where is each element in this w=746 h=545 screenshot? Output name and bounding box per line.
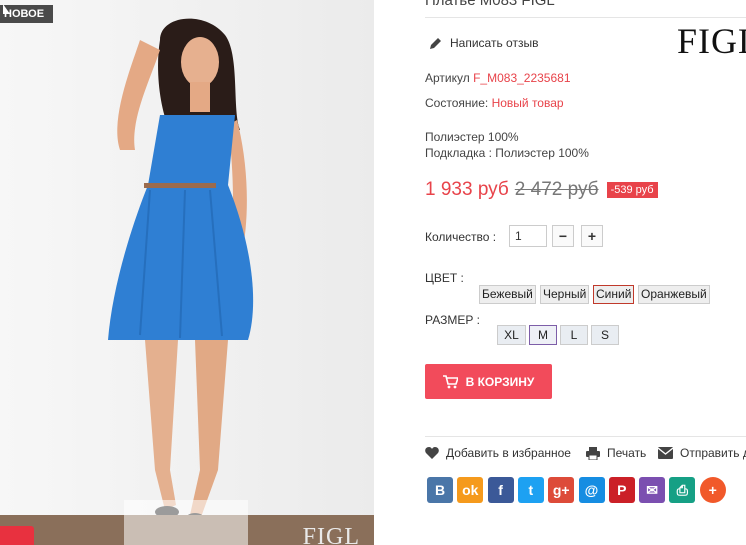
thumbnail-overlay[interactable] <box>124 500 248 545</box>
size-option-m[interactable]: M <box>529 325 557 345</box>
odnoklassniki-icon[interactable]: ok <box>457 477 484 503</box>
sku-row: Артикул F_M083_2235681 <box>425 71 571 85</box>
photo-watermark: FIGL <box>302 524 360 545</box>
more-share-icon[interactable]: + <box>699 477 726 503</box>
twitter-icon[interactable]: t <box>517 477 544 503</box>
color-option-blue[interactable]: Синий <box>593 285 635 304</box>
send-to-friend-link[interactable]: Отправить дру <box>658 446 746 460</box>
condition-row: Состояние: Новый товар <box>425 96 564 110</box>
write-review-link[interactable]: Написать отзыв <box>429 36 538 50</box>
old-price: 2 472 руб <box>514 179 599 200</box>
printer-icon <box>586 446 600 460</box>
color-option-orange[interactable]: Оранжевый <box>638 285 710 304</box>
sku-value: F_M083_2235681 <box>473 71 571 85</box>
print-share-icon[interactable]: ⎙ <box>669 477 696 503</box>
color-option-beige[interactable]: Бежевый <box>479 285 536 304</box>
write-review-label: Написать отзыв <box>450 36 539 50</box>
envelope-icon <box>658 447 673 459</box>
sku-label: Артикул <box>425 71 470 85</box>
pencil-icon <box>430 37 441 49</box>
add-to-wishlist-link[interactable]: Добавить в избранное <box>425 446 571 460</box>
heart-icon <box>425 447 439 459</box>
add-to-cart-button[interactable]: В КОРЗИНУ <box>425 364 552 399</box>
actions-divider <box>425 436 746 437</box>
color-label: ЦВЕТ : <box>425 271 464 285</box>
brand-logo[interactable]: FIGL <box>677 20 746 62</box>
product-image[interactable]: FIGL <box>0 0 374 545</box>
print-label: Печать <box>607 446 647 460</box>
quantity-increase-button[interactable]: + <box>581 225 603 247</box>
send-to-friend-label: Отправить дру <box>680 446 746 460</box>
size-option-l[interactable]: L <box>560 325 588 345</box>
model-photo <box>0 0 374 545</box>
vk-icon[interactable]: B <box>427 477 453 503</box>
size-option-xl[interactable]: XL <box>497 325 526 345</box>
title-divider <box>425 17 746 18</box>
quantity-input[interactable]: 1 <box>509 225 547 247</box>
mouse-cursor-icon <box>3 4 10 14</box>
composition-line-2: Подкладка : Полиэстер 100% <box>425 146 589 160</box>
google-plus-icon[interactable]: g+ <box>548 477 575 503</box>
size-option-s[interactable]: S <box>591 325 619 345</box>
composition-line-1: Полиэстер 100% <box>425 130 519 144</box>
current-price: 1 933 руб <box>425 179 509 200</box>
product-title: Платье M083 FIGL <box>425 0 555 9</box>
size-label: РАЗМЕР : <box>425 313 480 327</box>
add-to-wishlist-label: Добавить в избранное <box>446 446 571 460</box>
condition-label: Состояние: <box>425 96 489 110</box>
quantity-label: Количество : <box>425 230 497 244</box>
facebook-icon[interactable]: f <box>487 477 514 503</box>
color-option-black[interactable]: Черный <box>540 285 590 304</box>
favorite-corner-icon[interactable] <box>0 526 34 545</box>
pinterest-icon[interactable]: P <box>608 477 635 503</box>
price-block: 1 933 руб 2 472 руб -539 руб <box>425 179 658 201</box>
add-to-cart-label: В КОРЗИНУ <box>465 374 535 389</box>
email-icon[interactable]: ✉ <box>639 477 666 503</box>
cart-icon <box>442 374 458 388</box>
print-link[interactable]: Печать <box>586 446 646 460</box>
discount-badge: -539 руб <box>606 182 658 198</box>
condition-value: Новый товар <box>491 96 564 110</box>
mail-ru-icon[interactable]: @ <box>578 477 605 503</box>
quantity-decrease-button[interactable]: − <box>552 225 574 247</box>
